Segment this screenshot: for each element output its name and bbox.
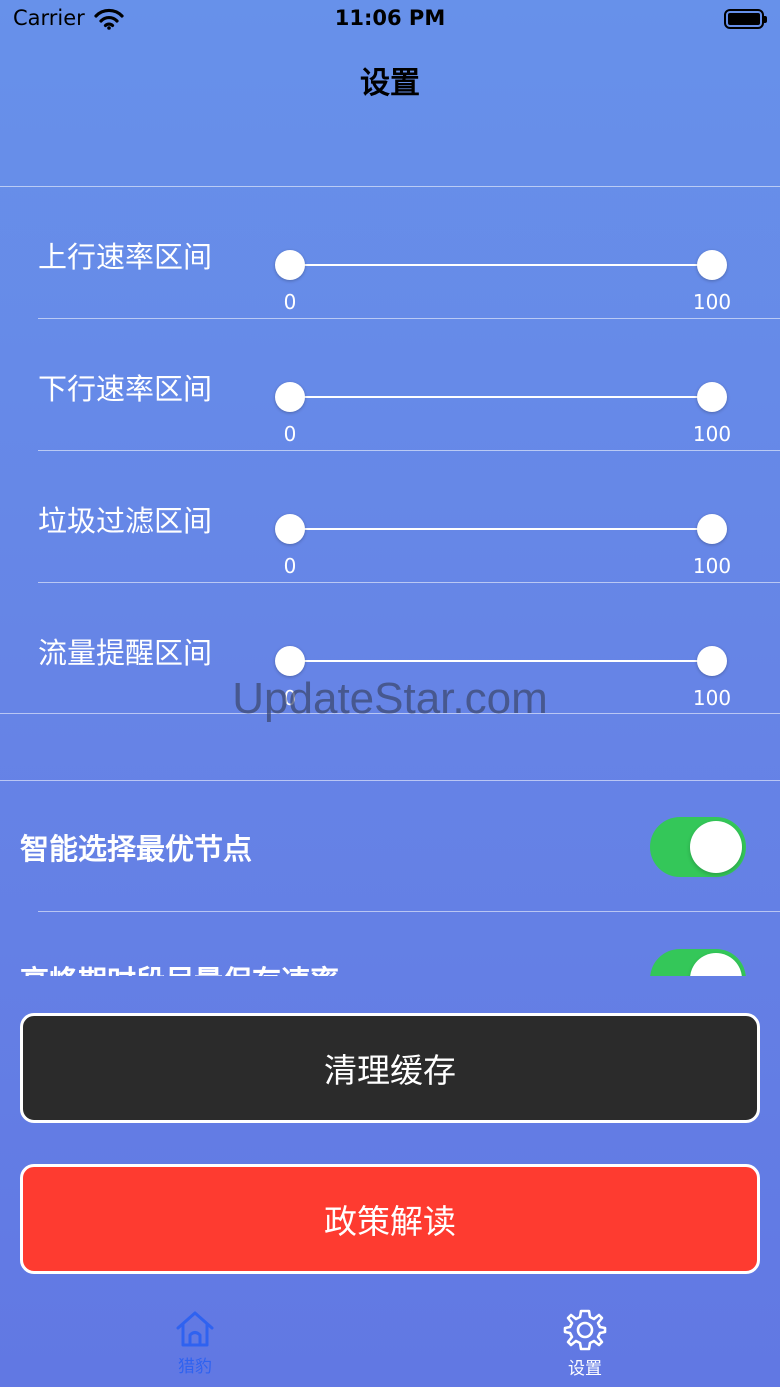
slider-max-value: 100 bbox=[692, 290, 732, 314]
slider-min-value: 0 bbox=[283, 554, 297, 578]
toggle-label: 智能选择最优节点 bbox=[20, 832, 253, 866]
slider-row-download-rate: 下行速率区间 0 100 bbox=[0, 320, 780, 450]
clock: 11:06 PM bbox=[334, 6, 446, 30]
toggle-row-best-node: 智能选择最优节点 bbox=[0, 780, 780, 912]
tab-home[interactable]: 猎豹 bbox=[125, 1300, 265, 1387]
range-slider-track[interactable] bbox=[290, 396, 712, 398]
divider bbox=[0, 186, 780, 187]
slider-max-handle[interactable] bbox=[697, 250, 727, 280]
divider bbox=[38, 450, 780, 451]
slider-min-value: 0 bbox=[283, 290, 297, 314]
slider-label: 流量提醒区间 bbox=[38, 636, 213, 670]
slider-max-value: 100 bbox=[692, 686, 732, 710]
home-icon bbox=[176, 1311, 214, 1347]
tab-bar: 猎豹 设置 bbox=[0, 1300, 780, 1387]
slider-min-value: 0 bbox=[283, 422, 297, 446]
policy-button[interactable]: 政策解读 bbox=[20, 1164, 760, 1274]
slider-min-handle[interactable] bbox=[275, 382, 305, 412]
slider-max-handle[interactable] bbox=[697, 514, 727, 544]
slider-min-handle[interactable] bbox=[275, 514, 305, 544]
slider-min-value: 0 bbox=[283, 686, 297, 710]
slider-min-handle[interactable] bbox=[275, 250, 305, 280]
range-slider-track[interactable] bbox=[290, 528, 712, 530]
range-slider-track[interactable] bbox=[290, 660, 712, 662]
peak-rate-switch[interactable] bbox=[650, 949, 746, 976]
page-title: 设置 bbox=[360, 66, 420, 101]
status-bar: Carrier 11:06 PM bbox=[0, 0, 780, 40]
divider bbox=[38, 318, 780, 319]
tab-settings[interactable]: 设置 bbox=[515, 1300, 655, 1387]
slider-max-value: 100 bbox=[692, 554, 732, 578]
slider-label: 上行速率区间 bbox=[38, 240, 213, 274]
toggle-label: 高峰期时段尽量保存速率 bbox=[20, 958, 339, 976]
divider bbox=[0, 713, 780, 714]
slider-max-handle[interactable] bbox=[697, 382, 727, 412]
slider-max-value: 100 bbox=[692, 422, 732, 446]
range-slider-track[interactable] bbox=[290, 264, 712, 266]
toggle-row-peak-rate: 高峰期时段尽量保存速率 bbox=[0, 912, 780, 976]
slider-min-handle[interactable] bbox=[275, 646, 305, 676]
best-node-switch[interactable] bbox=[650, 817, 746, 877]
slider-max-handle[interactable] bbox=[697, 646, 727, 676]
divider bbox=[38, 582, 780, 583]
toggle-list: 智能选择最优节点 高峰期时段尽量保存速率 bbox=[0, 780, 780, 976]
slider-label: 垃圾过滤区间 bbox=[38, 504, 213, 538]
clear-cache-button[interactable]: 清理缓存 bbox=[20, 1013, 760, 1123]
battery-icon bbox=[724, 9, 767, 29]
gear-icon bbox=[563, 1309, 607, 1351]
slider-row-upload-rate: 上行速率区间 0 100 bbox=[0, 188, 780, 318]
slider-row-junk-filter: 垃圾过滤区间 0 100 bbox=[0, 452, 780, 582]
slider-row-traffic-alert: 流量提醒区间 0 100 bbox=[0, 584, 780, 714]
slider-label: 下行速率区间 bbox=[38, 372, 213, 406]
tab-label: 猎豹 bbox=[178, 1357, 212, 1377]
tab-label: 设置 bbox=[568, 1359, 602, 1379]
